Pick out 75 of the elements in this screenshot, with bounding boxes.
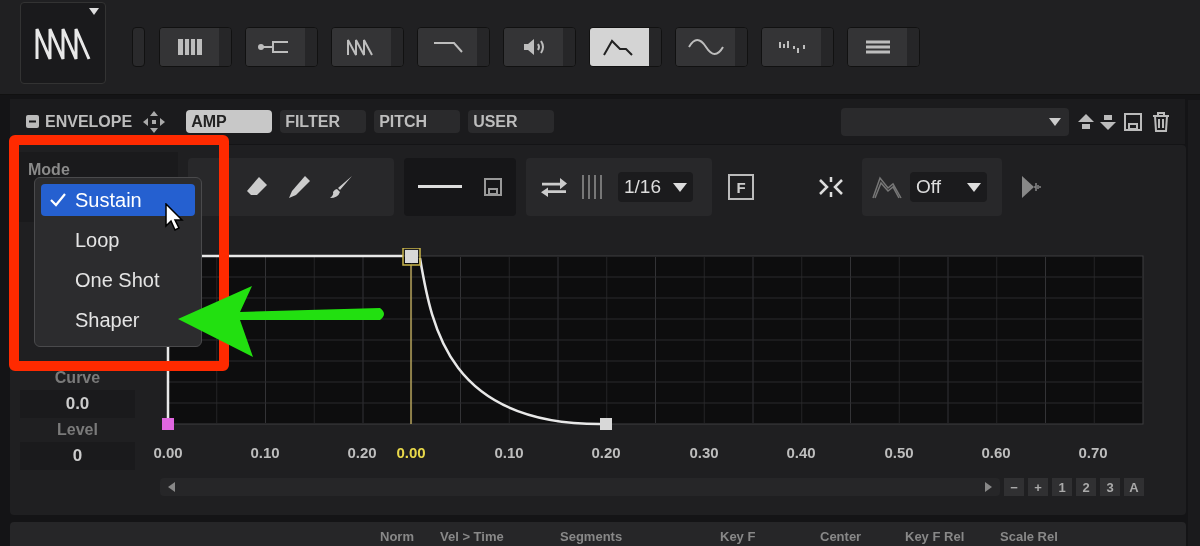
move-icon[interactable]	[142, 109, 167, 134]
param-label: Curve	[54, 368, 101, 388]
envelope-tab[interactable]: USER	[468, 110, 555, 133]
axis-label: 0.10	[494, 443, 524, 463]
zoom-button[interactable]: +	[1028, 478, 1048, 496]
zoom-button[interactable]: 2	[1076, 478, 1096, 496]
zoom-button[interactable]: A	[1124, 478, 1144, 496]
caret-icon	[1049, 117, 1061, 126]
pencil-icon[interactable]	[286, 174, 312, 200]
zoom-button[interactable]: 3	[1100, 478, 1120, 496]
logo-icon[interactable]	[20, 2, 106, 84]
module-button[interactable]	[159, 27, 232, 67]
save-icon[interactable]	[1123, 111, 1143, 132]
module-button[interactable]	[847, 27, 920, 67]
parameter-heading: Key F	[720, 530, 756, 543]
parameter-heading: Norm	[380, 530, 414, 543]
module-button[interactable]	[503, 27, 576, 67]
line-style-icon[interactable]	[418, 185, 462, 189]
grid-dropdown[interactable]: 1/16	[618, 172, 693, 202]
module-button[interactable]	[331, 27, 404, 67]
axis-label: 0.70	[1078, 443, 1108, 463]
caret-icon	[673, 182, 687, 192]
swap-arrows-icon[interactable]	[540, 176, 568, 198]
section-title: ENVELOPE	[45, 111, 133, 132]
snap-dropdown[interactable]: Off	[910, 172, 987, 202]
menu-item[interactable]: Shaper	[41, 304, 195, 336]
envelope-tab[interactable]: AMP	[186, 110, 273, 133]
axis-label: 0.00	[153, 443, 183, 463]
parameter-heading: Center	[820, 530, 862, 543]
module-button[interactable]	[675, 27, 748, 67]
selected-node[interactable]	[402, 248, 421, 266]
menu-item[interactable]: Sustain	[41, 184, 195, 216]
module-button[interactable]	[417, 27, 490, 67]
zoom-button[interactable]: −	[1004, 478, 1024, 496]
zoom-button[interactable]: 1	[1052, 478, 1072, 496]
scroll-right-icon[interactable]	[985, 482, 992, 492]
parameter-heading: Vel > Time	[440, 530, 504, 543]
start-node[interactable]	[162, 418, 174, 430]
axis-label: 0.10	[250, 443, 280, 463]
axis-label: 0.60	[981, 443, 1011, 463]
envelope-node[interactable]	[600, 418, 612, 430]
caret-icon	[967, 182, 981, 192]
menu-item[interactable]: Loop	[41, 224, 195, 256]
collapse-icon[interactable]	[26, 115, 39, 128]
fit-button[interactable]: F	[728, 174, 754, 200]
module-button[interactable]	[245, 27, 318, 67]
scroll-left-icon[interactable]	[168, 482, 175, 492]
param-label: Level	[57, 420, 98, 440]
brush-icon[interactable]	[328, 174, 354, 200]
parameter-heading: Segments	[560, 530, 623, 543]
parameter-heading: Scale Rel	[1000, 530, 1058, 543]
lowpass-filter-icon	[432, 40, 463, 54]
menu-item[interactable]: One Shot	[41, 264, 195, 296]
envelope-tab[interactable]: FILTER	[280, 110, 367, 133]
mouse-cursor-icon	[165, 203, 185, 233]
collapse-arrows-icon[interactable]	[818, 175, 844, 199]
axis-label: 0.40	[786, 443, 816, 463]
axis-label: 0.00	[396, 443, 426, 463]
envelope-tab[interactable]: PITCH	[374, 110, 461, 133]
axis-label: 0.20	[591, 443, 621, 463]
param-value[interactable]: 0.0	[20, 390, 135, 418]
axis-label: 0.30	[689, 443, 719, 463]
sine-wave-icon	[685, 36, 726, 58]
module-button[interactable]	[589, 27, 662, 67]
parameter-heading: Key F Rel	[905, 530, 965, 543]
mode-label: Mode	[28, 161, 70, 178]
param-value[interactable]: 0	[20, 442, 135, 470]
arrow-up-icon[interactable]	[1077, 111, 1095, 132]
axis-label: 0.50	[884, 443, 914, 463]
horizontal-scrollbar[interactable]	[160, 478, 1000, 496]
save-icon[interactable]	[484, 178, 502, 196]
trash-icon[interactable]	[1151, 110, 1171, 133]
curve-shape-icon	[872, 175, 902, 199]
axis-label: 0.20	[347, 443, 377, 463]
checkmark-icon	[50, 193, 66, 207]
